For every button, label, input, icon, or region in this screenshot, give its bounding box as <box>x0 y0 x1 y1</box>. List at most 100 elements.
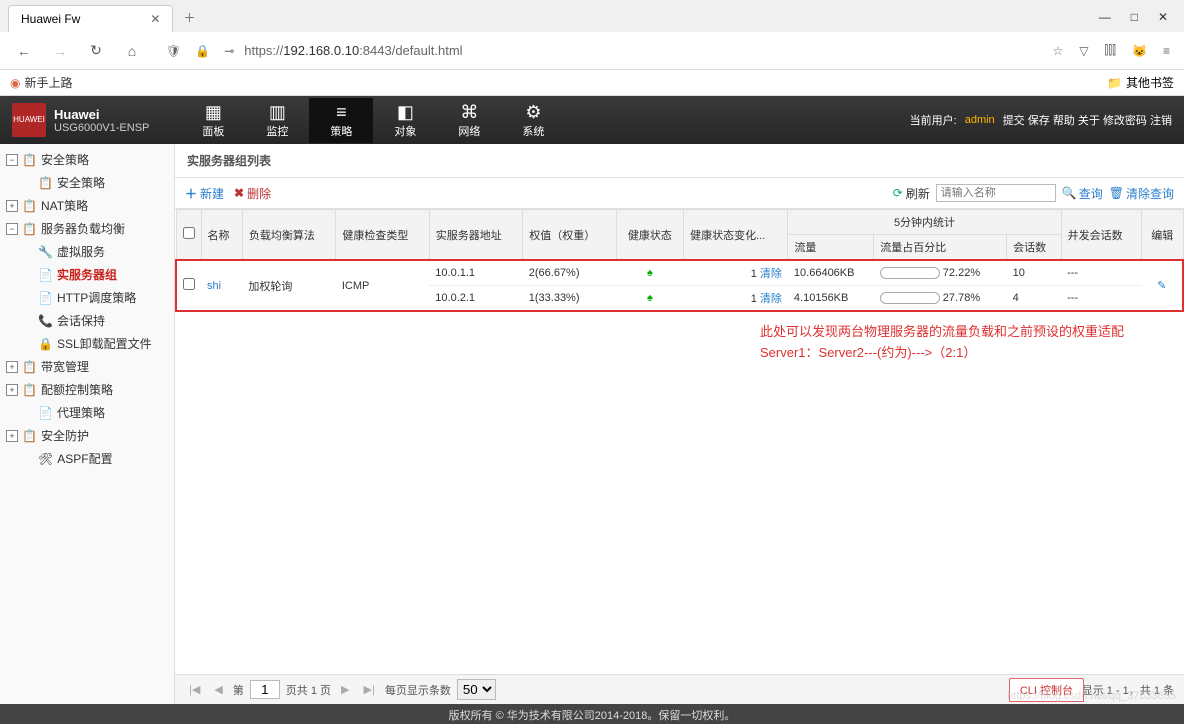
row-checkbox[interactable] <box>183 278 195 290</box>
search-input[interactable] <box>936 184 1056 202</box>
menu-icon[interactable]: ≡ <box>1159 44 1174 58</box>
sidebar-item-4[interactable]: 🔧 虚拟服务 <box>0 240 174 263</box>
table-wrap: 名称 负载均衡算法 健康检查类型 实服务器地址 权值（权重） 健康状态 健康状态… <box>175 209 1184 674</box>
sidebar-item-7[interactable]: 📞会话保持 <box>0 309 174 332</box>
other-bookmarks[interactable]: 其他书签 <box>1126 74 1174 91</box>
col-sessions: 会话数 <box>1007 235 1061 261</box>
close-icon[interactable]: ✕ <box>150 12 160 26</box>
sidebar-item-8[interactable]: 🔒SSL卸载配置文件 <box>0 332 174 355</box>
tree-label: 代理策略 <box>57 404 105 421</box>
last-page-button[interactable]: ▶| <box>360 681 379 698</box>
new-button[interactable]: ＋新建 <box>185 185 224 202</box>
reload-button[interactable]: ↻ <box>82 37 110 65</box>
query-button[interactable]: 🔍查询 <box>1062 185 1103 202</box>
page-total: 页共 1 页 <box>286 682 331 698</box>
sidebar-item-13[interactable]: 🛠ASPF配置 <box>0 447 174 470</box>
sidebar-item-12[interactable]: +📋安全防护 <box>0 424 174 447</box>
top-tab-0[interactable]: ▦面板 <box>181 98 245 143</box>
clear-link[interactable]: 清除 <box>760 293 782 305</box>
top-tab-5[interactable]: ⚙系统 <box>501 98 565 143</box>
pocket-icon[interactable]: ▽ <box>1075 44 1092 58</box>
table-row: shi加权轮询ICMP10.0.1.12(66.67%)♠1 清除10.6640… <box>176 260 1183 286</box>
sidebar-item-9[interactable]: +📋带宽管理 <box>0 355 174 378</box>
tree-item-icon: 📋 <box>22 199 37 213</box>
forward-button[interactable]: → <box>46 37 74 65</box>
top-nav: ▦面板▥监控≡策略◧对象⌘网络⚙系统 <box>181 98 565 143</box>
top-tab-3[interactable]: ◧对象 <box>373 98 437 143</box>
server-group-table: 名称 负载均衡算法 健康检查类型 实服务器地址 权值（权重） 健康状态 健康状态… <box>175 209 1184 312</box>
home-button[interactable]: ⌂ <box>118 37 146 65</box>
cell-concurrent: --- <box>1061 260 1141 286</box>
row-name-link[interactable]: shi <box>207 280 221 292</box>
current-user: admin <box>965 114 995 126</box>
page-label: 第 <box>233 682 244 698</box>
tree-toggle-icon[interactable]: − <box>6 223 18 235</box>
tree-item-icon: 📄 <box>38 268 53 282</box>
header-link-3[interactable]: 关于 <box>1078 115 1100 127</box>
clear-query-button[interactable]: 🗑清除查询 <box>1109 185 1174 202</box>
tab-label: 策略 <box>330 126 352 138</box>
maximize-icon[interactable]: □ <box>1131 10 1138 24</box>
top-tab-2[interactable]: ≡策略 <box>309 98 373 143</box>
tree-item-icon: 📋 <box>22 222 37 236</box>
edit-icon[interactable]: ✎ <box>1157 280 1166 292</box>
tree-toggle-icon[interactable]: + <box>6 200 18 212</box>
top-tab-1[interactable]: ▥监控 <box>245 98 309 143</box>
header-link-1[interactable]: 保存 <box>1028 115 1050 127</box>
tree-toggle-icon[interactable]: + <box>6 430 18 442</box>
window-controls: — □ ✕ <box>1083 2 1184 32</box>
tree-toggle-icon[interactable]: + <box>6 361 18 373</box>
header-link-0[interactable]: 提交 <box>1003 115 1025 127</box>
cell-traffic: 10.66406KB <box>788 260 874 286</box>
sidebar-item-10[interactable]: +📋配额控制策略 <box>0 378 174 401</box>
minimize-icon[interactable]: — <box>1099 10 1111 24</box>
sidebar-item-5[interactable]: 📄实服务器组 <box>0 263 174 286</box>
current-user-label: 当前用户: <box>910 112 957 128</box>
tree-toggle-icon[interactable]: − <box>6 154 18 166</box>
tree-item-icon: 📋 <box>22 153 37 167</box>
browser-tab-strip: Huawei Fw ✕ ＋ — □ ✕ <box>0 0 1184 32</box>
back-button[interactable]: ← <box>10 37 38 65</box>
refresh-button[interactable]: ⟳刷新 <box>893 185 930 202</box>
select-all-checkbox[interactable] <box>183 227 195 239</box>
star-icon[interactable]: ☆ <box>1049 44 1068 58</box>
header-link-2[interactable]: 帮助 <box>1053 115 1075 127</box>
tree-label: 安全防护 <box>41 427 89 444</box>
page-input[interactable] <box>250 680 280 699</box>
cell-addr: 10.0.2.1 <box>429 286 522 312</box>
header-link-4[interactable]: 修改密码 <box>1103 115 1147 127</box>
cell-pct: 72.22% <box>874 260 1007 286</box>
prev-page-button[interactable]: ◀ <box>210 681 226 698</box>
tree-toggle-icon[interactable]: + <box>6 384 18 396</box>
url-text: https://192.168.0.10:8443/default.html <box>244 43 462 58</box>
sidebar-item-6[interactable]: 📄HTTP调度策略 <box>0 286 174 309</box>
first-page-button[interactable]: |◀ <box>185 681 204 698</box>
face-icon[interactable]: 😺 <box>1128 44 1151 58</box>
tree-item-icon: 🔧 <box>38 245 53 259</box>
library-icon[interactable]: ⫿⫿⫿ <box>1101 43 1121 58</box>
sidebar-item-2[interactable]: +📋NAT策略 <box>0 194 174 217</box>
delete-button[interactable]: ✖删除 <box>234 185 271 202</box>
sidebar-item-3[interactable]: −📋服务器负载均衡 <box>0 217 174 240</box>
tree-label: 虚拟服务 <box>57 243 105 260</box>
header-link-5[interactable]: 注销 <box>1150 115 1172 127</box>
tab-title: Huawei Fw <box>21 12 80 26</box>
tab-icon: ⌘ <box>437 102 501 123</box>
browser-tab[interactable]: Huawei Fw ✕ <box>8 5 173 32</box>
sidebar-item-11[interactable]: 📄代理策略 <box>0 401 174 424</box>
footer-copyright: 版权所有 © 华为技术有限公司2014-2018。保留一切权利。 <box>0 704 1184 724</box>
next-page-button[interactable]: ▶ <box>337 681 353 698</box>
bookmark-item[interactable]: 新手上路 <box>24 74 72 91</box>
col-health-status: 健康状态 <box>616 210 683 261</box>
per-page-select[interactable]: 50 <box>457 679 496 700</box>
new-tab-button[interactable]: ＋ <box>173 3 205 32</box>
browser-toolbar: ← → ↻ ⌂ 🛡 🔒 ⊸ https://192.168.0.10:8443/… <box>0 32 1184 70</box>
top-tab-4[interactable]: ⌘网络 <box>437 98 501 143</box>
sidebar-item-1[interactable]: 📋安全策略 <box>0 171 174 194</box>
clear-link[interactable]: 清除 <box>760 268 782 280</box>
url-bar[interactable]: 🛡 🔒 ⊸ https://192.168.0.10:8443/default.… <box>154 39 1041 62</box>
close-window-icon[interactable]: ✕ <box>1158 10 1168 24</box>
sidebar-item-0[interactable]: −📋安全策略 <box>0 148 174 171</box>
tree-item-icon: 📋 <box>22 383 37 397</box>
header-right: 当前用户: admin 提交 保存 帮助 关于 修改密码 注销 <box>910 112 1184 128</box>
